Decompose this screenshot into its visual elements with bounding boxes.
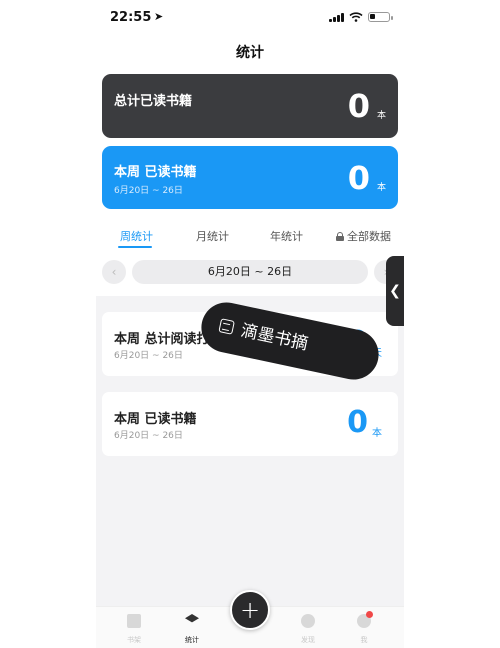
stats-tabs: 周统计 月统计 年统计 全部数据	[96, 222, 404, 252]
total-read-title: 总计已读书籍	[114, 94, 193, 109]
user-icon	[357, 611, 373, 628]
week-read-unit: 本	[376, 183, 386, 193]
notification-badge	[366, 611, 373, 618]
side-drawer-handle[interactable]: ❮	[386, 256, 404, 326]
tab-statistics[interactable]: 统计	[172, 613, 212, 645]
week-read-title: 本周 已读书籍	[114, 165, 197, 180]
phone-screen: 22:55 ➤ 统计 总计已读书籍 0 本 本周 已读书籍 6月20日 ~ 26…	[96, 0, 404, 648]
tab-all-data-label: 全部数据	[347, 230, 391, 243]
total-read-count: 0	[347, 87, 370, 125]
week-read-date: 6月20日 ~ 26日	[114, 186, 183, 196]
stat-unit: 本	[372, 428, 382, 439]
status-bar: 22:55 ➤	[96, 0, 404, 38]
add-button[interactable]: +	[230, 590, 270, 630]
left-margin	[0, 0, 96, 648]
date-selector: ‹ 6月20日 ~ 26日 ›	[96, 258, 404, 286]
tab-me[interactable]: 我	[344, 611, 384, 645]
total-read-card[interactable]: 总计已读书籍 0 本	[102, 74, 398, 138]
wifi-icon	[349, 12, 363, 22]
page-title: 统计	[236, 45, 264, 61]
battery-icon	[368, 12, 393, 22]
status-icons	[329, 12, 393, 22]
tab-bookshelf-label: 书架	[127, 636, 141, 644]
tab-monthly[interactable]: 月统计	[196, 228, 229, 244]
tab-discover[interactable]: 发现	[288, 613, 328, 645]
location-arrow-icon: ➤	[154, 10, 164, 23]
tab-bookshelf[interactable]: 书架	[114, 613, 154, 645]
tab-all-data[interactable]: 全部数据	[336, 228, 391, 244]
stat-date: 6月20日 ~ 26日	[114, 351, 183, 361]
lock-icon	[336, 232, 344, 241]
watermark-text: 滴墨书摘	[239, 320, 310, 355]
tab-me-label: 我	[360, 636, 368, 644]
tab-statistics-label: 统计	[185, 636, 199, 644]
stat-date: 6月20日 ~ 26日	[114, 431, 183, 441]
tab-yearly[interactable]: 年统计	[270, 228, 303, 244]
active-tab-indicator	[118, 246, 152, 248]
date-range-pill[interactable]: 6月20日 ~ 26日	[132, 260, 368, 284]
total-read-unit: 本	[376, 111, 386, 121]
layers-icon	[185, 614, 199, 623]
status-time: 22:55	[110, 10, 152, 25]
compass-icon	[301, 614, 315, 628]
prev-week-button[interactable]: ‹	[102, 260, 126, 284]
app-logo-icon	[218, 318, 235, 335]
week-read-card[interactable]: 本周 已读书籍 6月20日 ~ 26日 0 本	[102, 146, 398, 209]
stat-title: 本周 已读书籍	[114, 412, 197, 427]
stat-card-books-read[interactable]: 本周 已读书籍 6月20日 ~ 26日 0 本	[102, 392, 398, 456]
stat-value: 0	[347, 405, 368, 440]
week-read-count: 0	[347, 159, 370, 197]
tab-discover-label: 发现	[301, 636, 315, 644]
right-margin	[404, 0, 500, 648]
tab-weekly[interactable]: 周统计	[120, 228, 153, 244]
signal-icon	[329, 12, 344, 22]
book-icon	[127, 614, 141, 628]
